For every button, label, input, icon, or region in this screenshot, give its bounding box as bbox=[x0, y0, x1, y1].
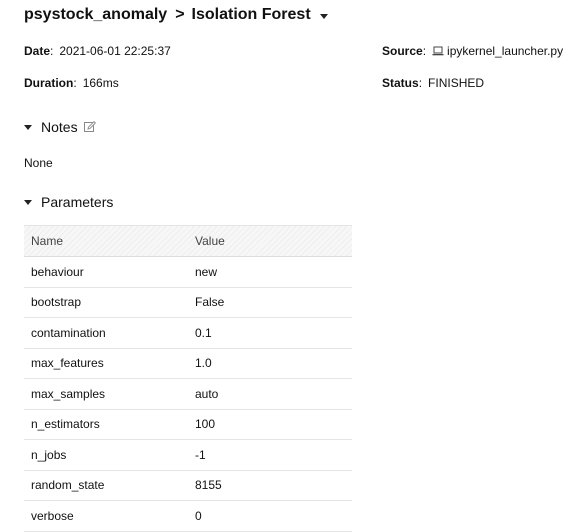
param-name: n_jobs bbox=[24, 439, 188, 471]
param-value: False bbox=[188, 287, 352, 318]
source-field: Source: ipykernel_launcher.py bbox=[382, 44, 564, 58]
source-label: Source bbox=[382, 44, 423, 58]
param-value: 0 bbox=[188, 500, 352, 532]
param-name: bootstrap bbox=[24, 287, 188, 318]
table-row: max_features 1.0 bbox=[24, 348, 352, 379]
param-name: verbose bbox=[24, 500, 188, 532]
param-value: 100 bbox=[188, 409, 352, 440]
column-header-value[interactable]: Value bbox=[188, 225, 352, 257]
table-row: random_state 8155 bbox=[24, 470, 352, 501]
table-row: verbose 0 bbox=[24, 500, 352, 532]
date-label: Date bbox=[24, 44, 51, 58]
run-menu-chevron-down-icon[interactable] bbox=[319, 13, 328, 19]
edit-icon[interactable] bbox=[83, 121, 96, 133]
status-label: Status bbox=[382, 76, 419, 90]
table-row: behaviour new bbox=[24, 256, 352, 288]
param-name: max_samples bbox=[24, 378, 188, 410]
date-value: 2021-06-01 22:25:37 bbox=[59, 44, 171, 58]
param-name: max_features bbox=[24, 348, 188, 379]
parameters-section-header[interactable]: Parameters bbox=[24, 194, 113, 210]
table-row: contamination 0.1 bbox=[24, 317, 352, 349]
param-value: 8155 bbox=[188, 470, 352, 501]
source-value[interactable]: ipykernel_launcher.py bbox=[447, 44, 563, 58]
param-value: new bbox=[188, 256, 352, 288]
notes-title: Notes bbox=[41, 119, 78, 135]
table-row: n_estimators 100 bbox=[24, 409, 352, 440]
parameters-table-header: Name Value bbox=[24, 225, 352, 257]
breadcrumb: psystock_anomaly > Isolation Forest bbox=[24, 3, 328, 27]
param-value: 0.1 bbox=[188, 317, 352, 349]
param-name: behaviour bbox=[24, 256, 188, 288]
run-name-title: Isolation Forest bbox=[191, 6, 311, 23]
param-name: random_state bbox=[24, 470, 188, 501]
param-value: 1.0 bbox=[188, 348, 352, 379]
breadcrumb-experiment-link[interactable]: psystock_anomaly bbox=[24, 6, 167, 24]
table-row: n_jobs -1 bbox=[24, 439, 352, 471]
param-value: -1 bbox=[188, 439, 352, 471]
param-name: n_estimators bbox=[24, 409, 188, 440]
date-field: Date: 2021-06-01 22:25:37 bbox=[24, 44, 171, 58]
parameters-title: Parameters bbox=[41, 194, 114, 210]
breadcrumb-separator: > bbox=[175, 6, 185, 23]
table-row: max_samples auto bbox=[24, 378, 352, 410]
parameters-collapse-caret-icon[interactable] bbox=[24, 199, 32, 205]
notes-collapse-caret-icon[interactable] bbox=[24, 124, 32, 130]
param-value: auto bbox=[188, 378, 352, 410]
column-header-name[interactable]: Name bbox=[24, 225, 188, 257]
notes-content: None bbox=[24, 156, 53, 170]
duration-value: 166ms bbox=[82, 76, 119, 90]
status-value: FINISHED bbox=[428, 76, 485, 90]
param-name: contamination bbox=[24, 317, 188, 349]
status-field: Status: FINISHED bbox=[382, 76, 485, 90]
table-row: bootstrap False bbox=[24, 287, 352, 318]
notes-section-header[interactable]: Notes bbox=[24, 119, 96, 135]
parameters-table: Name Value behaviour new bootstrap False… bbox=[24, 225, 352, 532]
duration-field: Duration: 166ms bbox=[24, 76, 119, 90]
laptop-icon bbox=[432, 46, 444, 56]
duration-label: Duration bbox=[24, 76, 74, 90]
